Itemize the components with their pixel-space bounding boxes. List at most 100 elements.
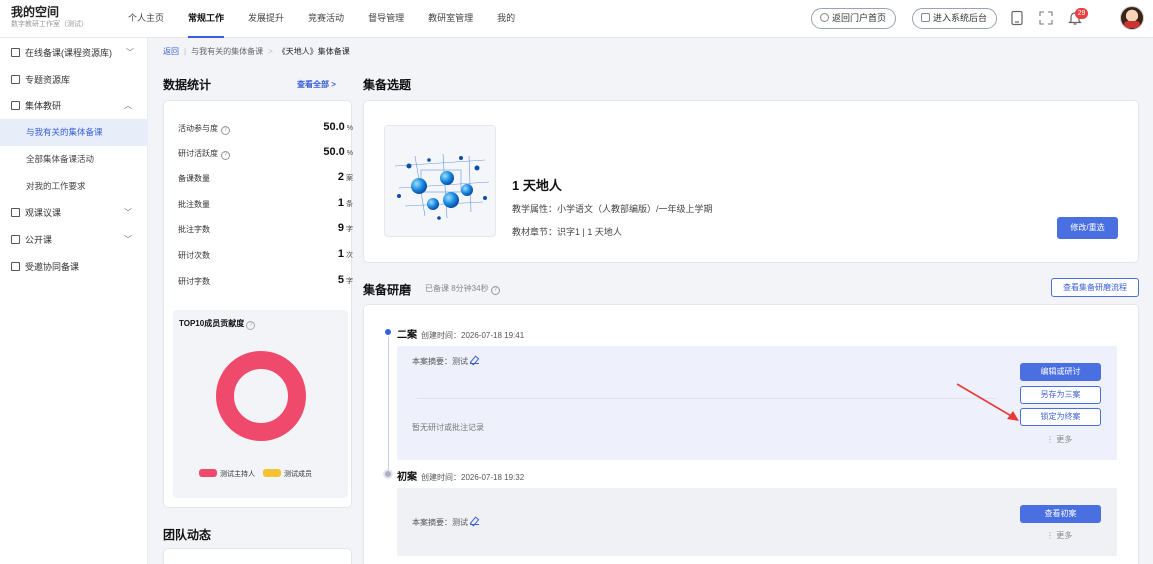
sidebar-item-observe[interactable]: 观课议课 ﹀ <box>0 200 148 226</box>
nav-supervision[interactable]: 督导管理 <box>368 0 404 38</box>
grid-icon <box>11 208 20 217</box>
annotation-arrow-icon <box>956 383 1019 421</box>
stat-label: 研讨字数 <box>178 277 210 286</box>
enter-admin-button[interactable]: 进入系统后台 <box>912 8 998 29</box>
contribution-title: TOP10成员贡献度 <box>179 319 245 328</box>
stats-card: 活动参与度? 50.0% 研讨活跃度? 50.0% 备课数量 2案 批注数量 1… <box>163 100 353 508</box>
stat-unit: 条 <box>346 201 353 208</box>
legend-swatch-member <box>262 469 281 477</box>
sidebar-sub-all-activities[interactable]: 全部集体备课活动 <box>0 146 148 173</box>
breadcrumb-current: 《天地人》集体备课 <box>277 47 350 56</box>
stat-label: 研讨活跃度 <box>178 149 218 158</box>
document-icon <box>11 48 20 57</box>
stats-title: 数据统计 <box>163 78 212 92</box>
edit-pencil-icon[interactable] <box>470 518 479 525</box>
fullscreen-icon[interactable] <box>1038 10 1054 26</box>
breadcrumb-level1[interactable]: 与我有关的集体备课 <box>191 47 263 56</box>
edit-reselect-button[interactable]: 修改/重选 <box>1057 217 1118 239</box>
breadcrumb: 返回 | 与我有关的集体备课 > 《天地人》集体备课 <box>163 47 350 56</box>
breadcrumb-back[interactable]: 返回 <box>163 47 179 56</box>
nav-routine-work[interactable]: 常规工作 <box>188 0 225 38</box>
elapsed-time: 已备课 8分钟34秒 <box>425 284 489 293</box>
nav-research-office[interactable]: 教研室管理 <box>428 0 473 38</box>
view-first-draft-button[interactable]: 查看初案 <box>1020 505 1101 523</box>
nav-competition[interactable]: 竞赛活动 <box>308 0 344 38</box>
version-1-summary: 本案摘要：测试 <box>412 518 468 527</box>
sidebar-item-online-prep[interactable]: 在线备课(课程资源库) ﹀ <box>0 40 148 66</box>
return-portal-button[interactable]: 返回门户首页 <box>811 8 897 29</box>
notification-badge: 29 <box>1075 8 1088 19</box>
chevron-down-icon: ﹀ <box>126 48 134 57</box>
lock-as-final-button[interactable]: 锁定为终案 <box>1020 408 1101 426</box>
stat-value: 50.0 <box>323 146 345 158</box>
help-icon[interactable]: ? <box>221 126 230 135</box>
shield-icon <box>921 13 930 22</box>
timeline-dot <box>385 471 391 477</box>
avatar[interactable] <box>1120 6 1144 30</box>
stat-unit: % <box>346 150 353 157</box>
stat-value: 1 <box>337 197 344 209</box>
stat-row: 研讨字数 5字 <box>178 274 353 288</box>
enter-admin-label: 进入系统后台 <box>933 13 988 23</box>
stat-label: 批注数量 <box>178 200 210 209</box>
sidebar-item-label: 在线备课(课程资源库) <box>25 48 112 58</box>
help-icon[interactable]: ? <box>221 151 230 160</box>
screen-icon <box>11 235 20 244</box>
stat-row: 研讨次数 1次 <box>178 248 353 262</box>
stat-row: 备课数量 2案 <box>178 171 353 185</box>
version-2-more[interactable]: ⋮ 更多 <box>1046 434 1072 445</box>
collab-icon <box>11 262 20 271</box>
stat-value: 5 <box>337 274 344 286</box>
stat-unit: 字 <box>346 278 353 285</box>
edit-pencil-icon[interactable] <box>470 357 479 364</box>
chevron-up-icon: ︿ <box>124 101 132 110</box>
stat-value: 9 <box>337 222 344 234</box>
nav-mine[interactable]: 我的 <box>497 0 515 38</box>
view-flow-button[interactable]: 查看集备研磨流程 <box>1051 278 1139 297</box>
sidebar-item-label: 集体教研 <box>25 101 62 111</box>
help-icon[interactable]: ? <box>246 321 256 330</box>
version-1-header: 初案 创建时间：2026-07-18 19:32 <box>397 468 524 483</box>
topic-chapter: 教材章节：识字1 | 1 天地人 <box>512 227 622 237</box>
legend-swatch-host <box>199 469 217 477</box>
sidebar-sub-requirements[interactable]: 对我的工作要求 <box>0 173 148 200</box>
version-2-empty-records: 暂无研讨或批注记录 <box>412 423 484 432</box>
divider <box>417 398 997 399</box>
timeline-line <box>388 337 389 471</box>
view-all-link[interactable]: 查看全部 > <box>297 79 336 90</box>
donut-slice-host[interactable] <box>216 351 306 441</box>
return-portal-label: 返回门户首页 <box>832 13 887 23</box>
version-2-created: 创建时间：2026-07-18 19:41 <box>421 331 525 340</box>
topic-attribute: 教学属性：小学语文（人教部编版）/一年级上学期 <box>512 204 713 214</box>
version-2-name: 二案 <box>397 330 417 341</box>
help-icon[interactable]: ? <box>490 286 500 295</box>
team-title: 团队动态 <box>163 528 212 542</box>
legend-member-label: 测试成员 <box>283 471 312 478</box>
nav-home[interactable]: 个人主页 <box>128 0 164 38</box>
version-1-created: 创建时间：2026-07-18 19:32 <box>421 473 525 482</box>
sidebar-item-public-class[interactable]: 公开课 ﹀ <box>0 227 148 253</box>
sidebar-item-group-research[interactable]: 集体教研 ︿ <box>0 93 148 119</box>
sidebar: 在线备课(课程资源库) ﹀ 专题资源库 集体教研 ︿ 与我有关的集体备课 全部集体备… <box>0 38 148 564</box>
topic-name: 1 天地人 <box>512 178 562 193</box>
stat-unit: 字 <box>346 226 353 233</box>
sidebar-item-invited[interactable]: 受邀协同备课 <box>0 254 148 280</box>
stat-unit: 案 <box>346 175 353 182</box>
brand[interactable]: 我的空间 数字教研工作室（测试） <box>11 5 88 30</box>
stat-row: 活动参与度? 50.0% <box>178 121 353 135</box>
sidebar-sub-related-prep[interactable]: 与我有关的集体备课 <box>0 119 148 146</box>
topic-title: 集备选题 <box>363 78 412 92</box>
edit-or-discuss-button[interactable]: 编辑或研讨 <box>1020 363 1101 381</box>
molecule-image-icon <box>394 153 490 220</box>
tablet-icon[interactable] <box>1009 10 1025 26</box>
chevron-down-icon: ﹀ <box>124 208 132 217</box>
stat-row: 研讨活跃度? 50.0% <box>178 146 353 160</box>
contribution-donut-chart <box>216 351 306 441</box>
version-1-more[interactable]: ⋮ 更多 <box>1046 530 1072 541</box>
stat-row: 批注数量 1条 <box>178 197 353 211</box>
sidebar-item-topic-library[interactable]: 专题资源库 <box>0 67 148 93</box>
list-icon <box>11 101 20 110</box>
nav-development[interactable]: 发展提升 <box>248 0 284 38</box>
save-as-third-button[interactable]: 另存为三案 <box>1020 386 1101 404</box>
top-header: 我的空间 数字教研工作室（测试） 个人主页 常规工作 发展提升 竞赛活动 督导管… <box>0 0 1153 38</box>
